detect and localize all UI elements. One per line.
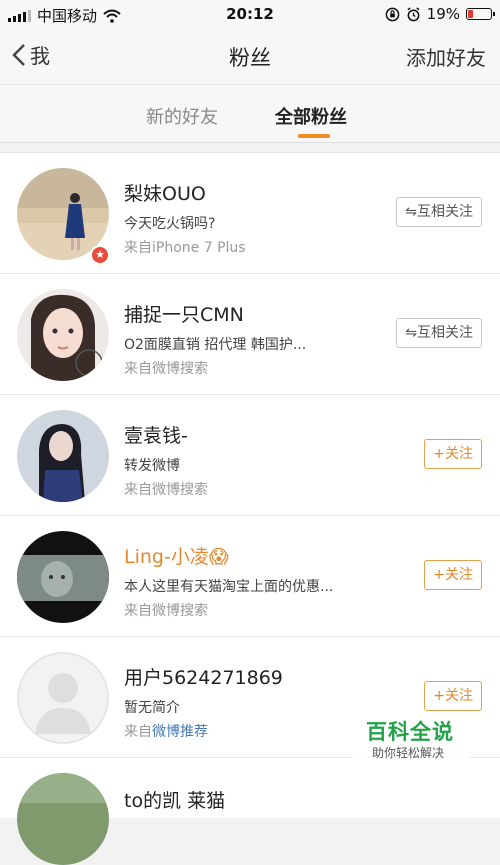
avatar[interactable] bbox=[17, 773, 109, 865]
follow-button[interactable]: +关注 bbox=[424, 439, 482, 469]
status-bar: 中国移动 20:12 19% bbox=[0, 0, 500, 28]
follower-source: 来自微博搜索 bbox=[124, 361, 208, 377]
tab-bar: 新的好友 全部粉丝 bbox=[0, 84, 500, 143]
battery-level bbox=[468, 10, 473, 18]
tab-new-friends[interactable]: 新的好友 bbox=[146, 103, 218, 129]
default-avatar-icon[interactable] bbox=[17, 652, 109, 744]
follower-bio: 暂无简介 bbox=[124, 700, 180, 716]
battery-percent: 19% bbox=[426, 5, 460, 23]
alarm-icon bbox=[407, 6, 420, 21]
active-tab-indicator bbox=[298, 134, 330, 138]
follower-bio: O2面膜直销 招代理 韩国护... bbox=[124, 337, 307, 353]
follower-name[interactable]: to的凯 莱猫 bbox=[124, 786, 225, 813]
follower-source: 来自微博搜索 bbox=[124, 603, 208, 619]
follower-name[interactable]: 捕捉一只CMN bbox=[124, 300, 244, 327]
follow-button[interactable]: +关注 bbox=[424, 560, 482, 590]
follow-button[interactable]: +关注 bbox=[424, 681, 482, 711]
list-item[interactable]: ★ 梨妹OUO 今天吃火锅吗? 来自iPhone 7 Plus ⇋互相关注 bbox=[0, 153, 500, 274]
follower-name[interactable]: Ling-小凌😱 bbox=[124, 542, 229, 569]
verified-badge-icon: ★ bbox=[90, 245, 110, 265]
list-item[interactable]: to的凯 莱猫 bbox=[0, 758, 500, 865]
mutual-follow-button[interactable]: ⇋互相关注 bbox=[396, 197, 482, 227]
follower-bio: 转发微博 bbox=[124, 458, 180, 474]
avatar[interactable] bbox=[17, 289, 109, 381]
follower-source: 来自微博推荐 bbox=[124, 721, 208, 741]
follower-source: 来自微博搜索 bbox=[124, 482, 208, 498]
follower-source: 来自iPhone 7 Plus bbox=[124, 240, 246, 256]
follower-name[interactable]: 壹袁钱- bbox=[124, 421, 188, 448]
source-prefix: 来自 bbox=[124, 724, 152, 740]
list-item[interactable]: Ling-小凌😱 本人这里有天猫淘宝上面的优惠... 来自微博搜索 +关注 bbox=[0, 516, 500, 637]
status-right: 19% bbox=[385, 5, 495, 23]
watermark: 百科全说 助你轻松解决 bbox=[352, 714, 470, 764]
watermark-title: 百科全说 bbox=[366, 720, 454, 744]
follower-bio: 本人这里有天猫淘宝上面的优惠... bbox=[124, 579, 334, 595]
list-item[interactable]: 捕捉一只CMN O2面膜直销 招代理 韩国护... 来自微博搜索 ⇋互相关注 bbox=[0, 274, 500, 395]
follower-name[interactable]: 梨妹OUO bbox=[124, 179, 206, 206]
source-link[interactable]: 微博推荐 bbox=[152, 724, 208, 740]
watermark-subtitle: 助你轻松解决 bbox=[372, 746, 445, 760]
follower-bio: 今天吃火锅吗? bbox=[124, 216, 216, 232]
add-friend-button[interactable]: 添加好友 bbox=[406, 42, 486, 71]
navigation-bar: 我 粉丝 添加好友 bbox=[0, 28, 500, 84]
list-item[interactable]: 壹袁钱- 转发微博 来自微博搜索 +关注 bbox=[0, 395, 500, 516]
follower-name[interactable]: 用户5624271869 bbox=[124, 663, 283, 690]
battery-icon bbox=[466, 8, 495, 20]
mutual-follow-button[interactable]: ⇋互相关注 bbox=[396, 318, 482, 348]
avatar[interactable] bbox=[17, 410, 109, 502]
rotation-lock-icon bbox=[385, 7, 399, 21]
avatar[interactable] bbox=[17, 531, 109, 623]
tab-all-followers[interactable]: 全部粉丝 bbox=[275, 103, 347, 129]
